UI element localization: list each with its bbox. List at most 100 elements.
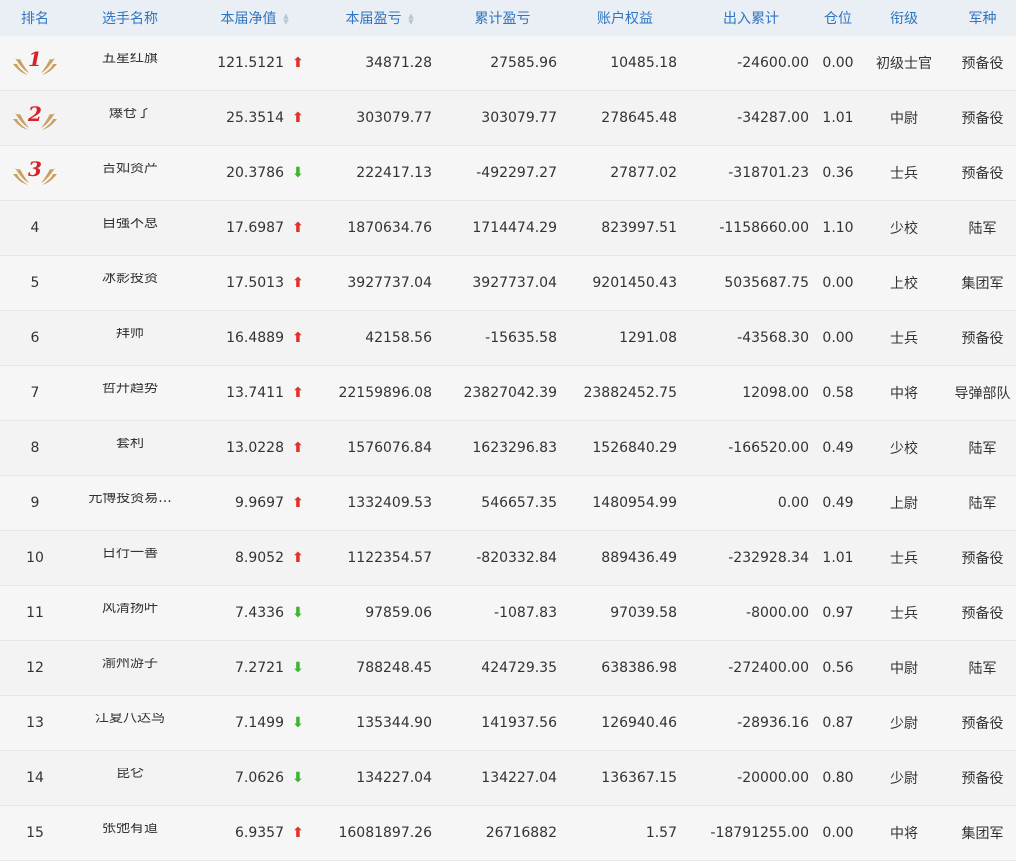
table-row[interactable]: 14 昆仑 7.0626 ⬇ 134227.04 134227.04 136367… bbox=[0, 751, 1016, 806]
rank-cell: 11 bbox=[0, 605, 70, 621]
cum-pnl-value: 141937.56 bbox=[481, 715, 557, 731]
table-row[interactable]: 12 渝州游子 7.2721 ⬇ 788248.45 424729.35 6383… bbox=[0, 641, 1016, 696]
pnl-value: 1332409.53 bbox=[347, 495, 432, 511]
pnl-value: 1870634.76 bbox=[347, 220, 432, 236]
header-pnl-sort[interactable]: 本届盈亏 ▲ ▼ bbox=[320, 8, 440, 28]
position-value: 0.00 bbox=[822, 825, 854, 841]
rank-title-value: 少尉 bbox=[890, 771, 918, 787]
arm-value: 预备役 bbox=[961, 331, 1004, 347]
position-value: 0.36 bbox=[822, 165, 854, 181]
table-row[interactable]: 10 日行一善 8.9052 ⬆ 1122354.57 -820332.84 88… bbox=[0, 531, 1016, 586]
rank-medal-icon: 1 bbox=[11, 44, 59, 78]
rank-medal-icon: 3 bbox=[11, 154, 59, 188]
position-value: 1.01 bbox=[822, 550, 854, 566]
table-row[interactable]: 9 元博投资易... 9.9697 ⬆ 1332409.53 546657.35 … bbox=[0, 476, 1016, 531]
header-title: 衔级 bbox=[890, 11, 918, 27]
position-value: 0.49 bbox=[822, 495, 854, 511]
rank-title-value: 士兵 bbox=[890, 606, 918, 622]
arm-value: 集团军 bbox=[961, 276, 1004, 292]
rank-cell: 6 bbox=[0, 330, 70, 346]
table-row[interactable]: 13 江夏八达鸟 7.1499 ⬇ 135344.90 141937.56 126… bbox=[0, 696, 1016, 751]
nav-cell: 13.0228 ⬆ bbox=[190, 440, 320, 456]
table-row[interactable]: 15 张弛有道 6.9357 ⬆ 16081897.26 26716882 1.5… bbox=[0, 806, 1016, 861]
player-name-link[interactable]: 渝州游子 bbox=[70, 658, 190, 678]
equity-value: 1480954.99 bbox=[592, 495, 677, 511]
arrow-down-icon: ⬇ bbox=[292, 605, 304, 621]
table-row[interactable]: 2 爆仓了 25.3514 ⬆ 303079.77 303079.77 27864… bbox=[0, 91, 1016, 146]
pnl-value: 3927737.04 bbox=[347, 275, 432, 291]
rank-title-value: 士兵 bbox=[890, 551, 918, 567]
equity-value: 638386.98 bbox=[601, 660, 677, 676]
nav-value: 6.9357 bbox=[235, 825, 284, 841]
rank-title-value: 上校 bbox=[890, 276, 918, 292]
cum-pnl-value: 3927737.04 bbox=[472, 275, 557, 291]
rank-title-value: 上尉 bbox=[890, 496, 918, 512]
pnl-value: 22159896.08 bbox=[338, 385, 432, 401]
table-row[interactable]: 5 冰影投资 17.5013 ⬆ 3927737.04 3927737.04 92… bbox=[0, 256, 1016, 311]
rank-cell: 14 bbox=[0, 770, 70, 786]
equity-value: 278645.48 bbox=[601, 110, 677, 126]
nav-value: 25.3514 bbox=[226, 110, 284, 126]
equity-value: 1.57 bbox=[645, 825, 677, 841]
header-name: 选手名称 bbox=[102, 11, 158, 27]
player-name-link[interactable]: 张弛有道 bbox=[70, 823, 190, 843]
pnl-value: 16081897.26 bbox=[338, 825, 432, 841]
table-row[interactable]: 4 自强不息 17.6987 ⬆ 1870634.76 1714474.29 82… bbox=[0, 201, 1016, 256]
arrow-up-icon: ⬆ bbox=[292, 495, 304, 511]
medal-rank-number: 2 bbox=[27, 102, 42, 126]
arrow-up-icon: ⬆ bbox=[292, 275, 304, 291]
rank-title-value: 中将 bbox=[890, 826, 918, 842]
nav-cell: 13.7411 ⬆ bbox=[190, 385, 320, 401]
player-name-link[interactable]: 昆仑 bbox=[70, 768, 190, 788]
position-value: 0.58 bbox=[822, 385, 854, 401]
player-name-link[interactable]: 五星红旗 bbox=[70, 53, 190, 73]
player-name: 拜师 bbox=[116, 328, 144, 341]
equity-value: 1291.08 bbox=[619, 330, 677, 346]
player-name-link[interactable]: 元博投资易... bbox=[70, 493, 190, 513]
player-name: 吉如资产 bbox=[102, 163, 158, 176]
nav-cell: 20.3786 ⬇ bbox=[190, 165, 320, 181]
table-row[interactable]: 8 套利 13.0228 ⬆ 1576076.84 1623296.83 1526… bbox=[0, 421, 1016, 476]
cum-pnl-value: 134227.04 bbox=[481, 770, 557, 786]
table-row[interactable]: 11 风清扬叶 7.4336 ⬇ 97859.06 -1087.83 97039.… bbox=[0, 586, 1016, 641]
position-value: 1.10 bbox=[822, 220, 854, 236]
player-name-link[interactable]: 自强不息 bbox=[70, 218, 190, 238]
rank-number: 7 bbox=[30, 385, 40, 401]
sort-icon[interactable]: ▲ ▼ bbox=[408, 13, 415, 26]
player-name-link[interactable]: 日行一善 bbox=[70, 548, 190, 568]
player-name-link[interactable]: 套利 bbox=[70, 438, 190, 458]
player-name: 爆仓了 bbox=[109, 108, 151, 121]
position-value: 1.01 bbox=[822, 110, 854, 126]
equity-value: 136367.15 bbox=[601, 770, 677, 786]
rank-cell: 10 bbox=[0, 550, 70, 566]
player-name-link[interactable]: 风清扬叶 bbox=[70, 603, 190, 623]
player-name: 渝州游子 bbox=[102, 658, 158, 671]
player-name-link[interactable]: 江夏八达鸟 bbox=[70, 713, 190, 733]
rank-title-value: 士兵 bbox=[890, 166, 918, 182]
nav-cell: 7.1499 ⬇ bbox=[190, 715, 320, 731]
player-name: 日行一善 bbox=[102, 548, 158, 561]
header-arm: 军种 bbox=[968, 11, 997, 27]
rank-number: 6 bbox=[30, 330, 40, 346]
table-row[interactable]: 7 哲升趋势 13.7411 ⬆ 22159896.08 23827042.39 … bbox=[0, 366, 1016, 421]
header-equity: 账户权益 bbox=[597, 11, 653, 27]
rank-cell: 9 bbox=[0, 495, 70, 511]
sort-icon[interactable]: ▲ ▼ bbox=[283, 13, 290, 26]
player-name-link[interactable]: 冰影投资 bbox=[70, 273, 190, 293]
header-nav-sort[interactable]: 本届净值 ▲ ▼ bbox=[190, 8, 320, 28]
player-name-link[interactable]: 哲升趋势 bbox=[70, 383, 190, 403]
header-flow: 出入累计 bbox=[723, 11, 779, 27]
pnl-value: 1576076.84 bbox=[347, 440, 432, 456]
flow-value: -28936.16 bbox=[737, 715, 809, 731]
player-name-link[interactable]: 爆仓了 bbox=[70, 108, 190, 128]
position-value: 0.97 bbox=[822, 605, 854, 621]
header-nav-label: 本届净值 bbox=[220, 11, 277, 27]
table-row[interactable]: 3 吉如资产 20.3786 ⬇ 222417.13 -492297.27 278… bbox=[0, 146, 1016, 201]
player-name: 冰影投资 bbox=[102, 273, 158, 286]
table-row[interactable]: 6 拜师 16.4889 ⬆ 42158.56 -15635.58 1291.08… bbox=[0, 311, 1016, 366]
pnl-value: 135344.90 bbox=[356, 715, 432, 731]
player-name-link[interactable]: 拜师 bbox=[70, 328, 190, 348]
table-row[interactable]: 1 五星红旗 121.5121 ⬆ 34871.28 27585.96 10485… bbox=[0, 36, 1016, 91]
player-name-link[interactable]: 吉如资产 bbox=[70, 163, 190, 183]
cum-pnl-value: 303079.77 bbox=[481, 110, 557, 126]
